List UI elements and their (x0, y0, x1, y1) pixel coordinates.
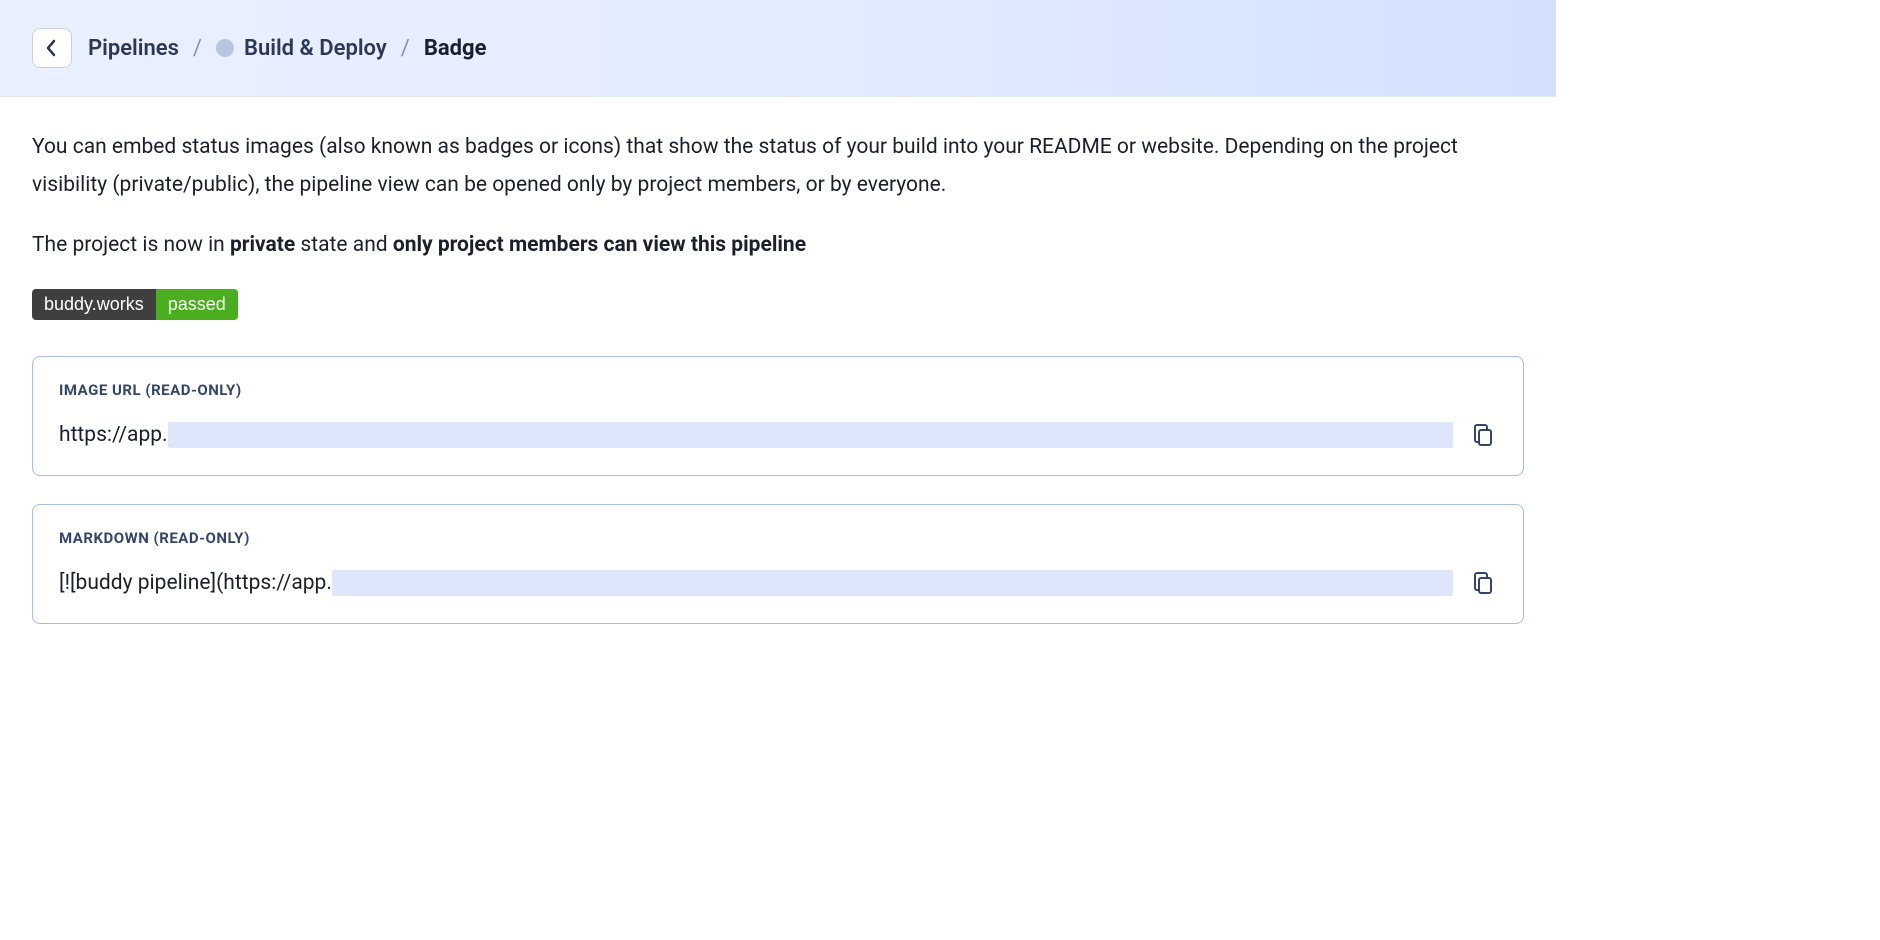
breadcrumb-separator: / (401, 36, 410, 61)
markdown-box: MARKDOWN (READ-ONLY) [![buddy pipeline](… (32, 504, 1524, 624)
image-url-row: https://app. (59, 421, 1497, 449)
copy-image-url-button[interactable] (1469, 421, 1497, 449)
state-value: private (230, 233, 295, 257)
badge-right: passed (156, 289, 238, 320)
breadcrumb-separator: / (193, 36, 202, 61)
copy-markdown-button[interactable] (1469, 569, 1497, 597)
breadcrumb: Pipelines / Build & Deploy / Badge (88, 36, 487, 61)
content-area: You can embed status images (also known … (0, 97, 1556, 684)
state-mid: state and (295, 233, 393, 257)
description-text: You can embed status images (also known … (32, 129, 1524, 205)
breadcrumb-pipeline-label: Build & Deploy (244, 36, 387, 61)
badge-preview: buddy.works passed (32, 289, 238, 320)
markdown-label: MARKDOWN (READ-ONLY) (59, 529, 1497, 547)
markdown-row: [![buddy pipeline](https://app. (59, 569, 1497, 597)
breadcrumb-pipeline[interactable]: Build & Deploy (216, 36, 387, 61)
back-button[interactable] (32, 28, 72, 68)
image-url-visible-text: https://app. (59, 423, 168, 447)
breadcrumb-current: Badge (424, 36, 487, 61)
copy-icon (1471, 423, 1495, 447)
image-url-box: IMAGE URL (READ-ONLY) https://app. (32, 356, 1524, 476)
badge-left: buddy.works (32, 289, 156, 320)
image-url-label: IMAGE URL (READ-ONLY) (59, 381, 1497, 399)
image-url-redacted (168, 422, 1453, 448)
breadcrumb-root[interactable]: Pipelines (88, 36, 179, 61)
state-access: only project members can view this pipel… (393, 233, 806, 257)
status-dot-icon (216, 39, 234, 57)
copy-icon (1471, 571, 1495, 595)
markdown-value[interactable]: [![buddy pipeline](https://app. (59, 570, 1453, 596)
state-line: The project is now in private state and … (32, 233, 1524, 257)
page-header: Pipelines / Build & Deploy / Badge (0, 0, 1556, 97)
markdown-visible-text: [![buddy pipeline](https://app. (59, 571, 332, 595)
state-prefix: The project is now in (32, 233, 230, 257)
chevron-left-icon (45, 38, 59, 58)
image-url-value[interactable]: https://app. (59, 422, 1453, 448)
markdown-redacted (332, 570, 1453, 596)
